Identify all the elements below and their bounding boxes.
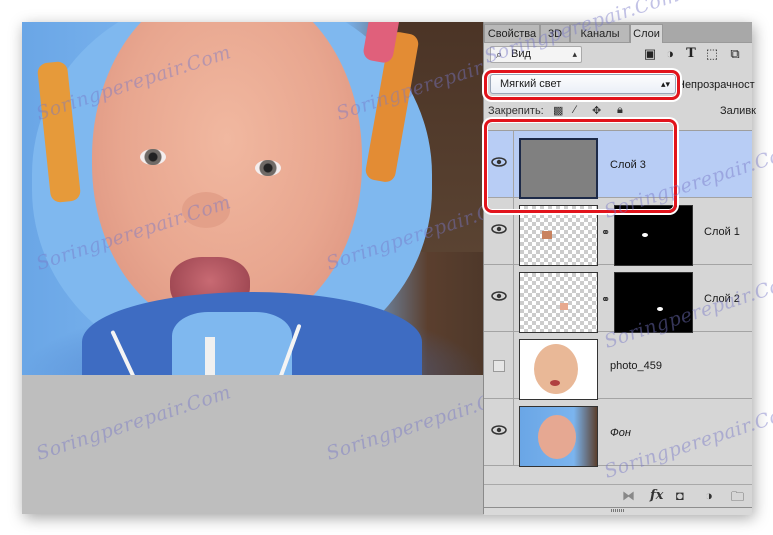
layer-name[interactable]: Фон bbox=[610, 427, 631, 439]
eye-icon bbox=[491, 425, 507, 435]
photoshop-window: Soringperepair.Com Soringperepair.Com So… bbox=[22, 22, 756, 515]
lock-row: Закрепить: ▩ ∕ ✥ 🔒︎ Заливк bbox=[484, 100, 756, 122]
layers-panel: Свойства 3D Каналы Слои ⌕ Вид ▴ ▣ ◑ T ⬚ … bbox=[483, 22, 756, 515]
fx-icon[interactable]: fx bbox=[650, 488, 663, 503]
eye-icon bbox=[491, 291, 507, 301]
fill-label: Заливк bbox=[720, 105, 756, 117]
eye-icon bbox=[491, 157, 507, 167]
layer-thumbnail bbox=[519, 272, 598, 333]
type-filter-icon[interactable]: T bbox=[683, 46, 699, 61]
panel-tabs: Свойства 3D Каналы Слои bbox=[484, 22, 752, 43]
select-arrows-icon: ▴▾ bbox=[660, 79, 670, 89]
lock-all-icon[interactable]: 🔒︎ bbox=[617, 104, 623, 117]
visibility-toggle[interactable] bbox=[484, 265, 514, 331]
select-arrows-icon: ▴ bbox=[572, 49, 577, 59]
mask-link-icon[interactable]: ⚭ bbox=[601, 293, 610, 306]
layer-row[interactable]: Слой 3 bbox=[484, 131, 752, 199]
tab-properties[interactable]: Свойства bbox=[484, 24, 540, 42]
layer-mask-thumbnail[interactable] bbox=[614, 205, 693, 266]
hidden-checkbox[interactable] bbox=[493, 360, 505, 372]
layer-row[interactable]: ⚭ Слой 1 bbox=[484, 198, 752, 266]
filter-label: Вид bbox=[511, 48, 531, 60]
shape-filter-icon[interactable]: ⬚ bbox=[704, 46, 720, 62]
layer-name[interactable]: photo_459 bbox=[610, 360, 662, 372]
eye-icon bbox=[491, 224, 507, 234]
layer-thumbnail bbox=[519, 406, 598, 467]
search-icon: ⌕ bbox=[496, 49, 503, 61]
layer-name[interactable]: Слой 3 bbox=[610, 159, 646, 171]
adjustment-filter-icon[interactable]: ◑ bbox=[662, 46, 678, 61]
layer-filter-select[interactable]: ⌕ Вид ▴ bbox=[490, 46, 582, 63]
layer-name[interactable]: Слой 2 bbox=[704, 293, 740, 305]
opacity-label: Непрозрачност bbox=[677, 79, 755, 91]
smart-object-filter-icon[interactable]: ⧉ bbox=[727, 46, 743, 62]
layers-footer: ⧓ fx ◘ ◑ 🗀︎ bbox=[484, 484, 752, 508]
blend-mode-select[interactable]: Мягкий свет ▴▾ bbox=[490, 74, 676, 94]
visibility-toggle[interactable] bbox=[484, 399, 514, 465]
layer-name[interactable]: Слой 1 bbox=[704, 226, 740, 238]
document-canvas[interactable]: Soringperepair.Com Soringperepair.Com So… bbox=[22, 22, 534, 514]
blend-row: Мягкий свет ▴▾ Непрозрачност bbox=[484, 68, 755, 98]
layer-row[interactable]: Фон bbox=[484, 399, 752, 467]
lock-move-icon[interactable]: ✥ bbox=[592, 104, 601, 117]
tab-3d[interactable]: 3D bbox=[540, 24, 570, 42]
layer-row[interactable]: ⚭ Слой 2 bbox=[484, 265, 752, 333]
visibility-toggle[interactable] bbox=[484, 131, 514, 197]
mask-link-icon[interactable]: ⚭ bbox=[601, 226, 610, 239]
lock-transparency-icon[interactable]: ▩ bbox=[553, 104, 563, 117]
add-mask-icon[interactable]: ◘ bbox=[676, 488, 684, 503]
watermark: Soringperepair.Com bbox=[33, 381, 234, 465]
image-filter-icon[interactable]: ▣ bbox=[642, 46, 658, 62]
tab-layers[interactable]: Слои bbox=[630, 24, 663, 43]
visibility-toggle[interactable] bbox=[484, 332, 514, 398]
lock-brush-icon[interactable]: ∕ bbox=[574, 104, 576, 116]
visibility-toggle[interactable] bbox=[484, 198, 514, 264]
blend-mode-value: Мягкий свет bbox=[500, 78, 562, 90]
tab-channels[interactable]: Каналы bbox=[570, 24, 630, 42]
canvas-photo bbox=[22, 22, 483, 375]
lock-label: Закрепить: bbox=[488, 105, 544, 117]
adjustment-layer-icon[interactable]: ◑ bbox=[705, 488, 713, 503]
panel-resize-grip[interactable] bbox=[484, 507, 752, 515]
layers-list: Слой 3 ⚭ Слой 1 ⚭ Слой 2 photo_459 Фон bbox=[484, 130, 752, 476]
layer-thumbnail bbox=[519, 339, 598, 400]
link-layers-icon[interactable]: ⧓ bbox=[622, 488, 635, 504]
layer-thumbnail bbox=[519, 205, 598, 266]
layer-row[interactable]: photo_459 bbox=[484, 332, 752, 400]
layer-mask-thumbnail[interactable] bbox=[614, 272, 693, 333]
layer-thumbnail bbox=[519, 138, 598, 199]
